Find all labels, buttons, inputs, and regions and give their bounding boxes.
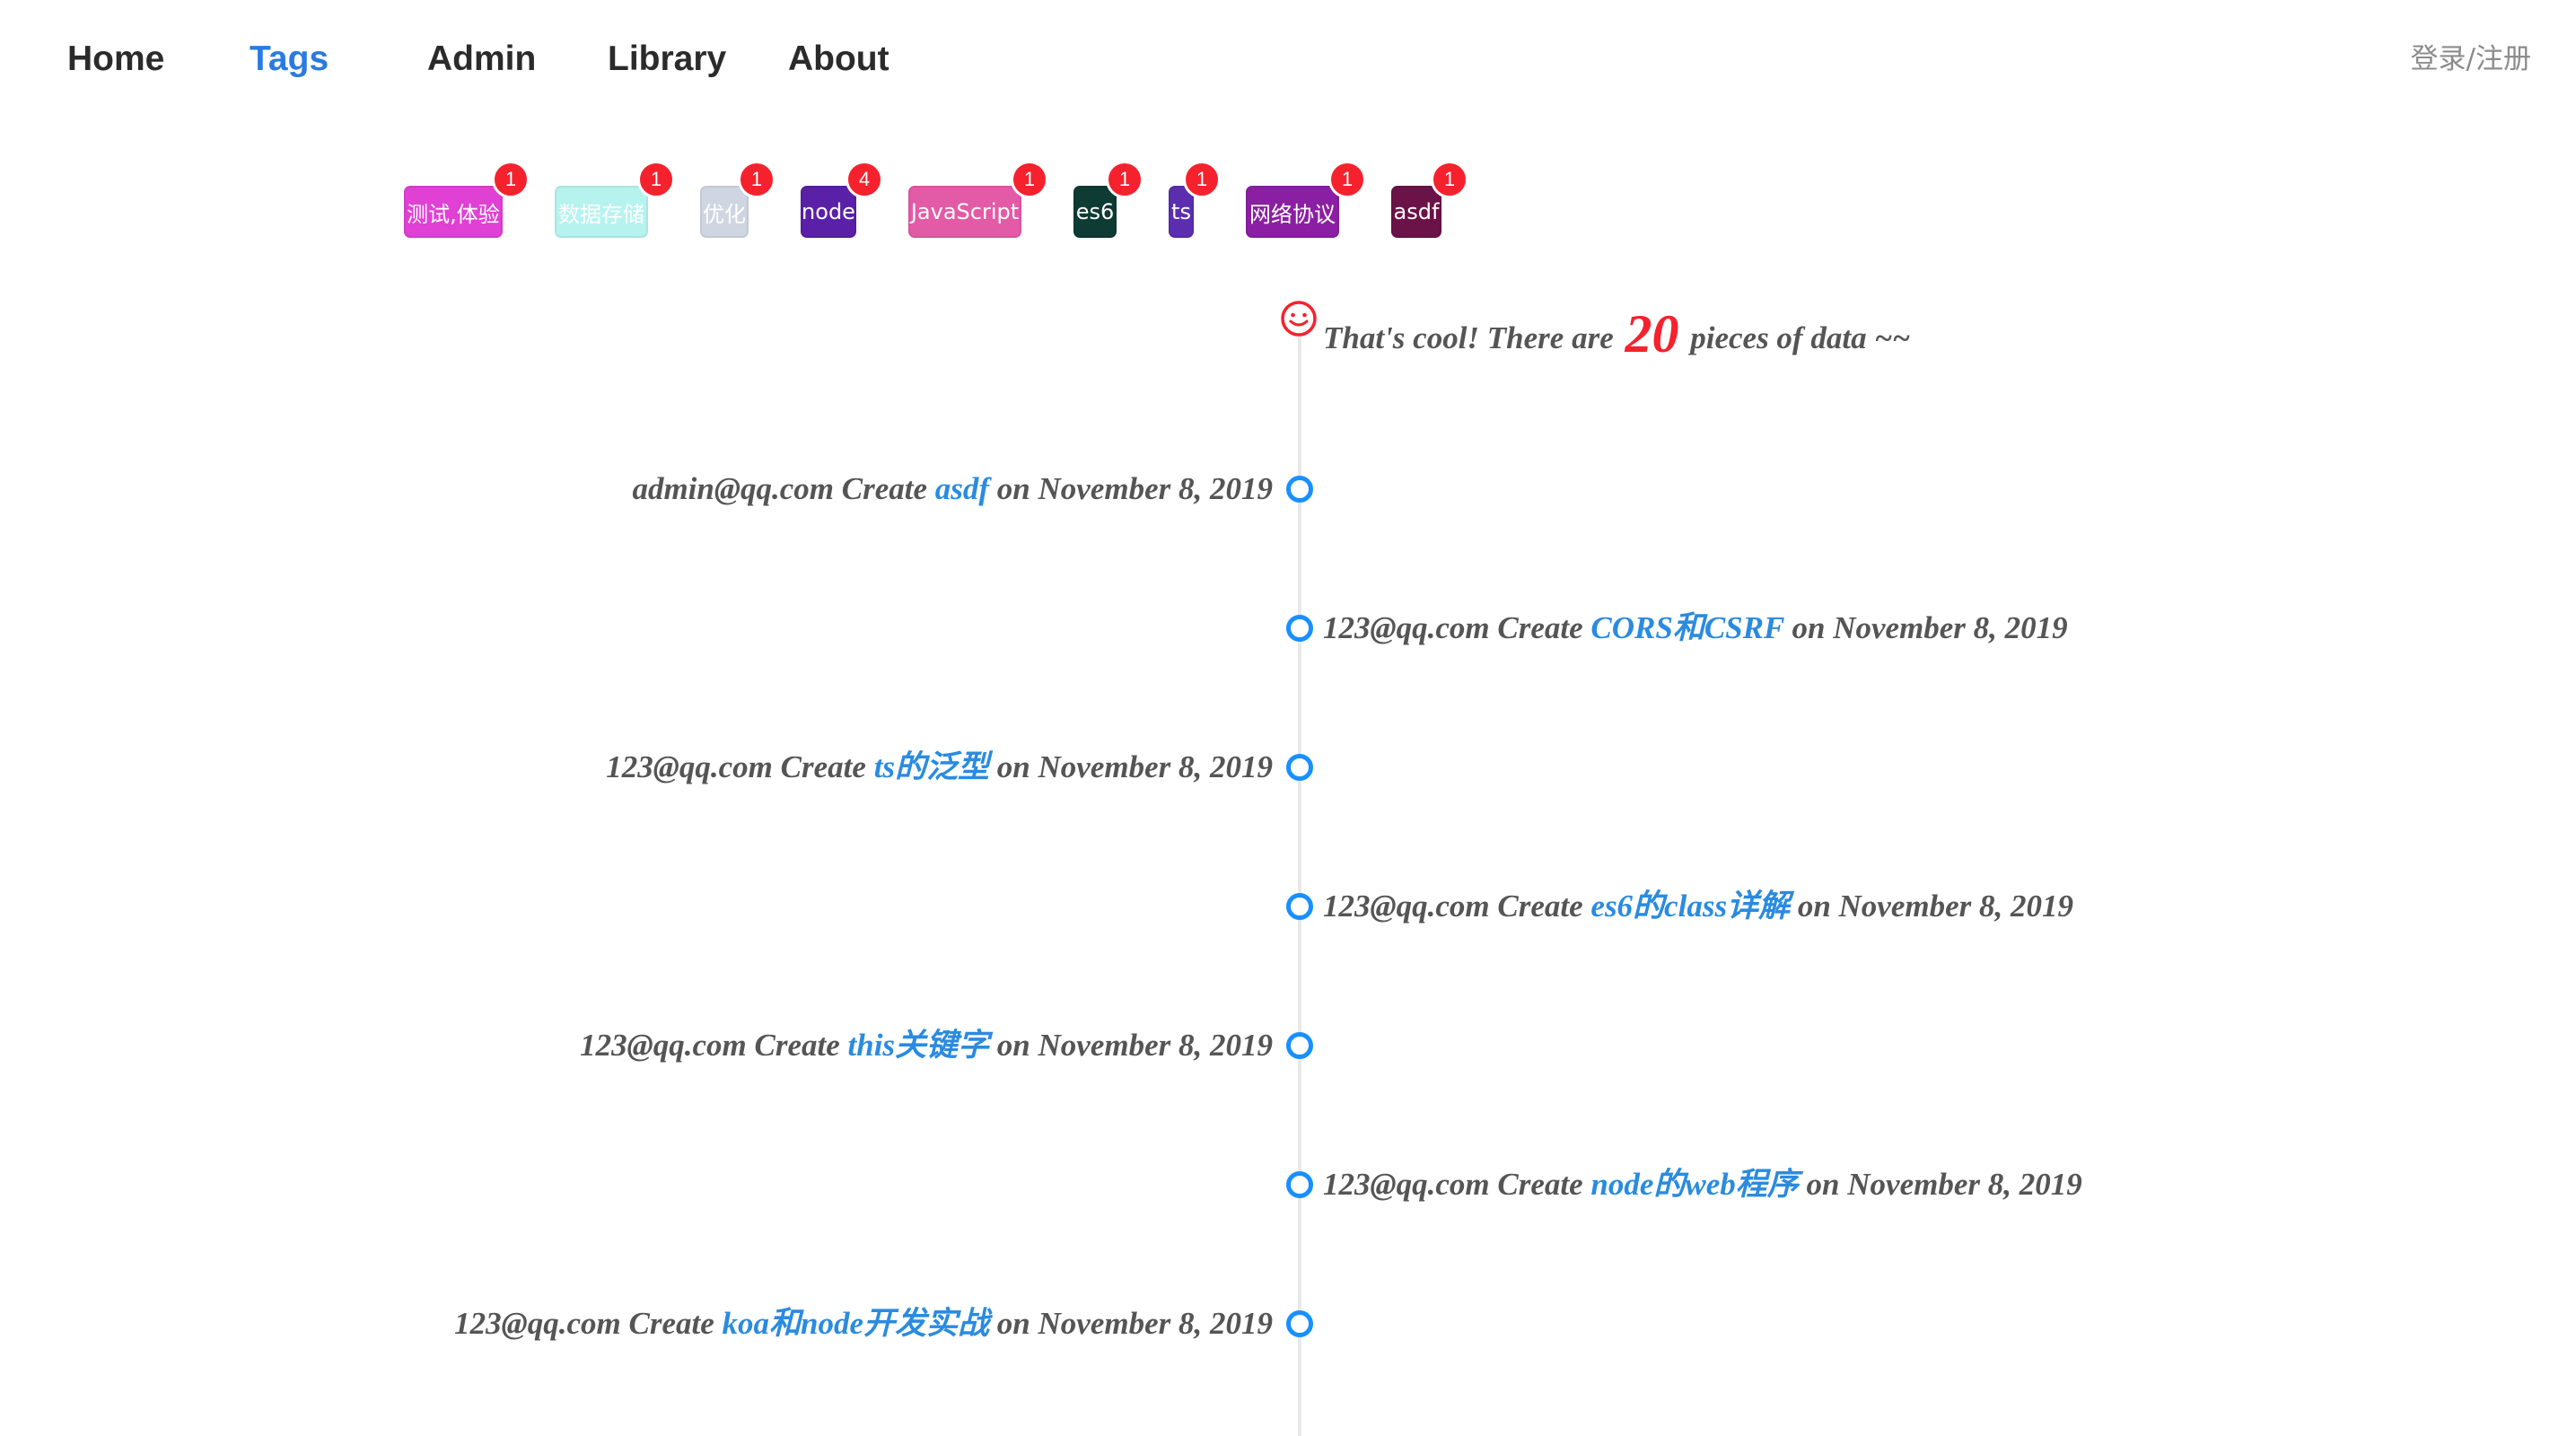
timeline-entry: 123@qq.com Create node的web程序 on November… (1323, 1158, 2082, 1212)
tag-label: node (802, 199, 855, 224)
entry-date-prefix: on (1790, 889, 1839, 924)
tag-label: 测试,体验 (407, 201, 500, 227)
tag-list: 测试,体验 1 数据存储 1 优化 1 node 4 JavaScript 1 … (0, 161, 2576, 260)
tag-chip[interactable]: 优化 1 (700, 161, 775, 238)
timeline-dot (1286, 1310, 1313, 1337)
entry-article-link[interactable]: this关键字 (848, 1028, 990, 1063)
entry-user: 123@qq.com (1323, 889, 1490, 924)
tag-count-badge: 1 (738, 161, 775, 198)
entry-date-prefix: on (1783, 610, 1834, 645)
article-timeline: That's cool! There are 20 pieces of data… (0, 287, 2576, 1436)
entry-date: November 8, 2019 (1833, 610, 2068, 645)
login-register-link[interactable]: 登录/注册 (2411, 39, 2531, 79)
entry-user: 123@qq.com (580, 1028, 747, 1063)
tag-chip[interactable]: JavaScript 1 (908, 161, 1048, 238)
entry-date: November 8, 2019 (1038, 1306, 1273, 1341)
smile-icon (1281, 301, 1317, 337)
entry-date-prefix: on (989, 471, 1038, 506)
entry-article-link[interactable]: asdf (935, 471, 989, 506)
timeline-dot (1286, 615, 1313, 642)
timeline-dot (1286, 1032, 1313, 1059)
timeline-dot (1286, 476, 1313, 503)
tag-count-badge: 1 (492, 161, 530, 198)
tag-count-badge: 1 (1011, 161, 1048, 198)
entry-article-link[interactable]: ts的泛型 (874, 749, 989, 784)
tag-chip[interactable]: 数据存储 1 (555, 161, 675, 238)
timeline-summary: That's cool! There are 20 pieces of data… (1323, 298, 1910, 370)
timeline-entry: 123@qq.com Create CORS和CSRF on November … (1323, 601, 2068, 655)
entry-verb: Create (746, 1028, 848, 1063)
entry-user: 123@qq.com (454, 1306, 621, 1341)
entry-date: November 8, 2019 (1038, 471, 1273, 506)
timeline-entry: 123@qq.com Create ts的泛型 on November 8, 2… (606, 740, 1273, 794)
entry-date: November 8, 2019 (1038, 1028, 1273, 1063)
timeline-dot (1286, 893, 1313, 920)
entry-article-link[interactable]: koa和node开发实战 (723, 1306, 990, 1341)
entry-article-link[interactable]: CORS和CSRF (1590, 610, 1783, 645)
timeline-dot (1286, 1171, 1313, 1198)
nav-library[interactable]: Library (608, 34, 726, 84)
entry-date-prefix: on (1798, 1167, 1848, 1202)
entry-user: 123@qq.com (606, 749, 773, 784)
tag-count-badge: 1 (1328, 161, 1366, 198)
entry-date: November 8, 2019 (1038, 749, 1273, 784)
tag-chip[interactable]: 网络协议 1 (1246, 161, 1366, 238)
entry-verb: Create (1489, 1167, 1591, 1202)
entry-date-prefix: on (989, 1028, 1038, 1063)
entry-verb: Create (1489, 889, 1591, 924)
tag-label: 网络协议 (1249, 201, 1336, 227)
tag-chip[interactable]: 测试,体验 1 (404, 161, 530, 238)
timeline-dot (1286, 754, 1313, 781)
tag-count-badge: 1 (1183, 161, 1221, 198)
tag-chip[interactable]: asdf 1 (1391, 161, 1468, 238)
entry-user: 123@qq.com (1323, 1167, 1490, 1202)
entry-date: November 8, 2019 (1838, 889, 2074, 924)
nav-about[interactable]: About (788, 34, 889, 84)
entry-user: 123@qq.com (1323, 610, 1490, 645)
entry-verb: Create (834, 471, 935, 506)
tag-chip[interactable]: ts 1 (1169, 161, 1221, 238)
entry-verb: Create (772, 749, 874, 784)
tag-chip[interactable]: node 4 (801, 161, 883, 238)
summary-suffix: pieces of data ~~ (1682, 320, 1911, 355)
timeline-entry: 123@qq.com Create koa和node开发实战 on Novemb… (454, 1297, 1273, 1351)
tag-count-badge: 1 (637, 161, 675, 198)
entry-article-link[interactable]: node的web程序 (1590, 1167, 1798, 1202)
nav-home[interactable]: Home (67, 34, 164, 84)
tag-count-badge: 1 (1431, 161, 1468, 198)
nav-admin[interactable]: Admin (427, 34, 536, 84)
tag-label: JavaScript (910, 199, 1020, 224)
total-count: 20 (1625, 304, 1679, 363)
tag-label: 优化 (703, 201, 746, 227)
timeline-entry: 123@qq.com Create this关键字 on November 8,… (580, 1019, 1273, 1073)
tag-label: ts (1171, 199, 1191, 224)
timeline-entry: admin@qq.com Create asdf on November 8, … (632, 462, 1273, 516)
tag-label: 数据存储 (558, 201, 644, 227)
entry-verb: Create (1489, 610, 1591, 645)
tag-label: es6 (1075, 199, 1115, 224)
nav-tags[interactable]: Tags (250, 34, 329, 84)
tag-count-badge: 4 (846, 161, 883, 198)
tag-chip[interactable]: es6 1 (1073, 161, 1143, 238)
timeline-entry: 123@qq.com Create es6的class详解 on Novembe… (1323, 880, 2073, 933)
entry-user: admin@qq.com (632, 471, 834, 506)
entry-date-prefix: on (989, 1306, 1038, 1341)
tag-count-badge: 1 (1106, 161, 1143, 198)
entry-verb: Create (620, 1306, 723, 1341)
tag-label: asdf (1393, 199, 1440, 224)
summary-prefix: That's cool! There are (1323, 320, 1622, 355)
entry-article-link[interactable]: es6的class详解 (1590, 889, 1790, 924)
top-nav: Home Tags Admin Library About 登录/注册 (0, 0, 2576, 117)
entry-date: November 8, 2019 (1847, 1167, 2082, 1202)
entry-date-prefix: on (989, 749, 1038, 784)
